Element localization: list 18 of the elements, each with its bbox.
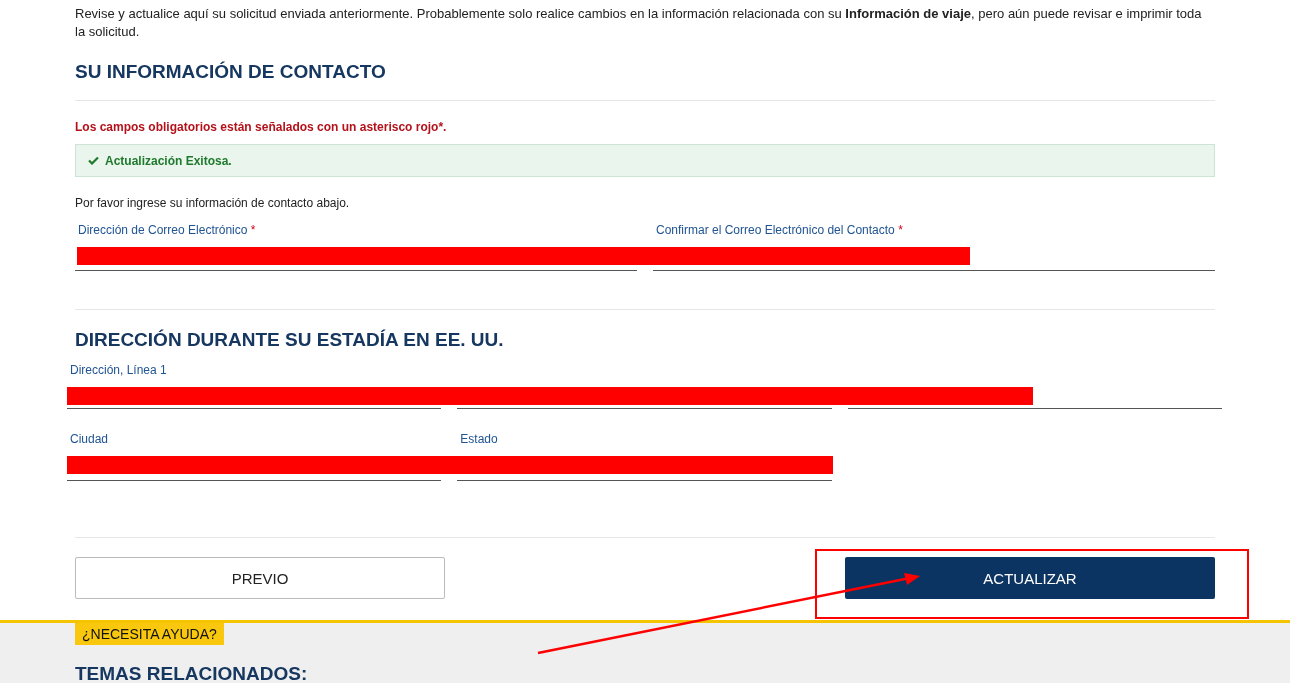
- field-label: Estado: [459, 432, 499, 448]
- instruction-text: Por favor ingrese su información de contacto abajo.: [75, 196, 351, 210]
- field-label: Dirección de Correo Electrónico *: [77, 223, 257, 239]
- intro-paragraph: Revise y actualice aquí su solicitud enviada anteriormente. Probablemente solo realice cambios en la información relacionada con su Información de viaje, pero aún puede revisar e imprimir toda la solicitud.: [75, 5, 1203, 41]
- help-badge: ¿NECESITA AYUDA?: [75, 623, 224, 645]
- required-note: Los campos obligatorios están señalados con un asterisco rojo*.: [75, 120, 448, 134]
- field-label: Ciudad: [69, 432, 110, 448]
- field-label: Dirección, Línea 1: [69, 363, 168, 379]
- required-asterisk: *: [250, 223, 256, 237]
- required-asterisk: *: [898, 223, 903, 237]
- related-topics-heading: TEMAS RELACIONADOS:: [75, 663, 309, 683]
- alert-text: Actualización Exitosa.: [105, 153, 232, 168]
- update-button[interactable]: ACTUALIZAR: [845, 557, 1215, 599]
- section-heading: SU INFORMACIÓN DE CONTACTO: [75, 60, 387, 84]
- check-icon: [88, 156, 99, 165]
- section-heading: DIRECCIÓN DURANTE SU ESTADÍA EN EE. UU.: [75, 328, 505, 352]
- previous-button[interactable]: PREVIO: [75, 557, 445, 599]
- field-label: Confirmar el Correo Electrónico del Contacto *: [655, 223, 904, 239]
